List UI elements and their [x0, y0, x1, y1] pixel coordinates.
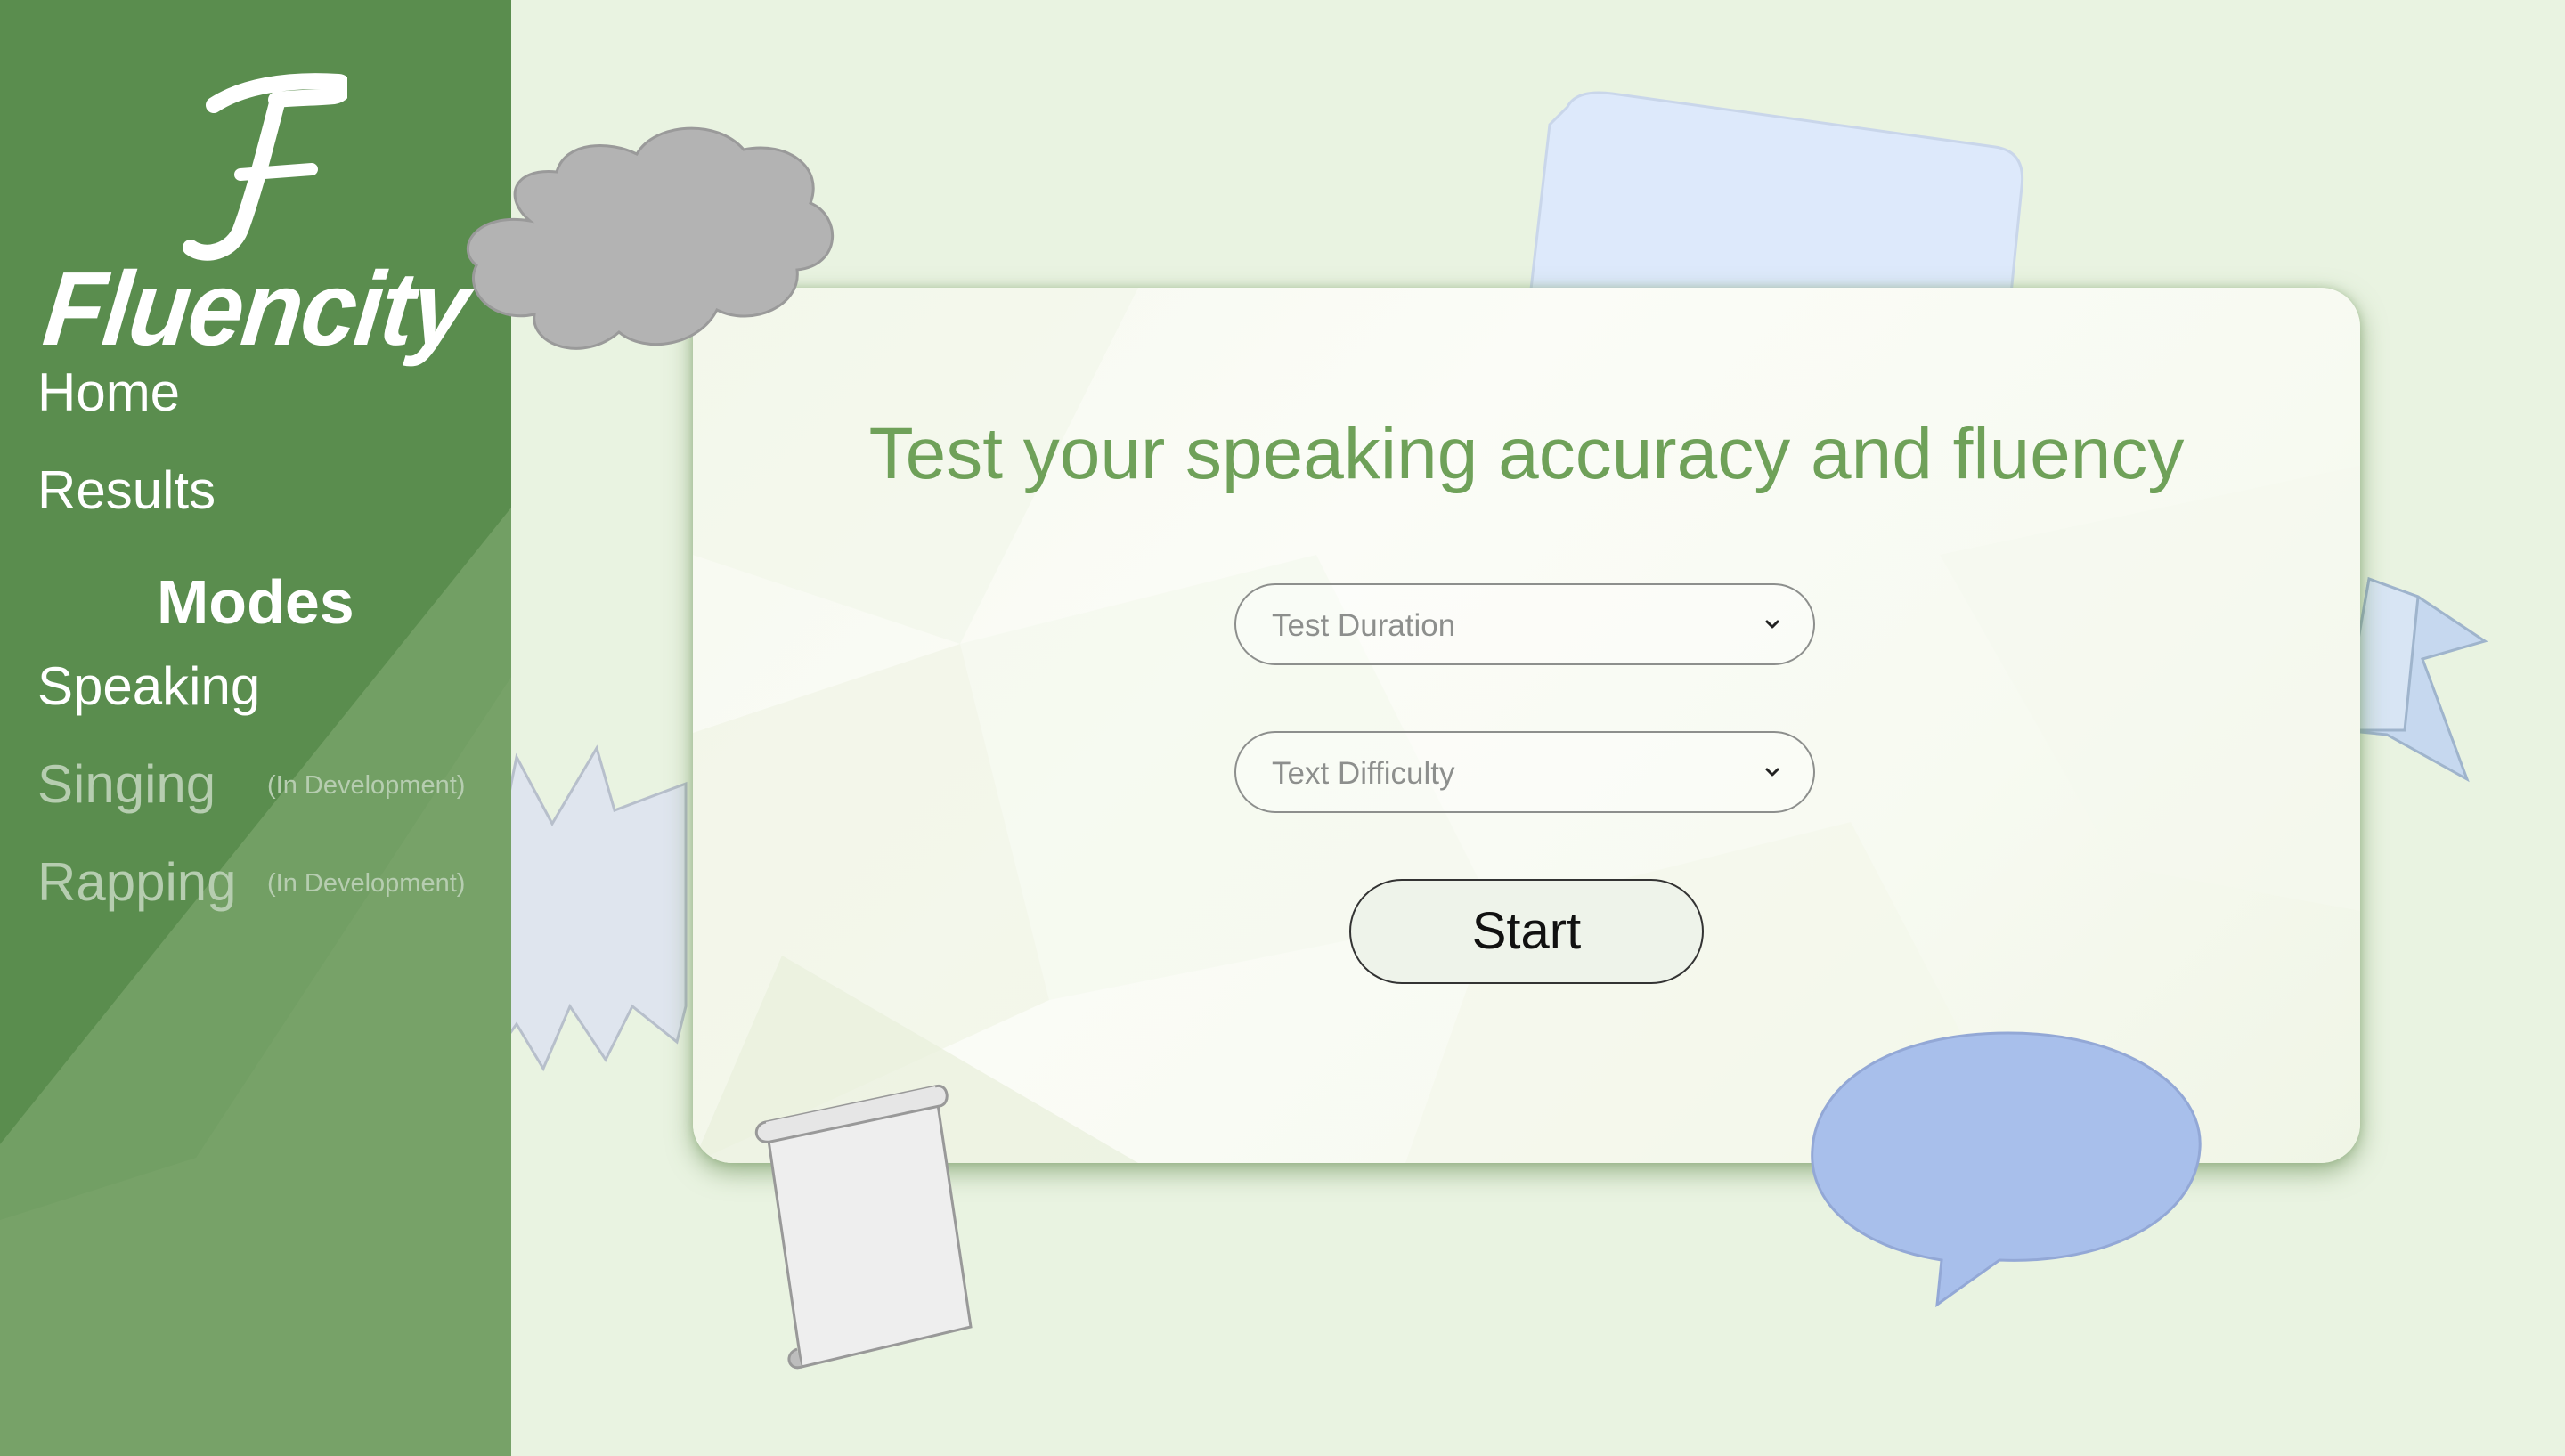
page-title: Test your speaking accuracy and fluency [868, 413, 2185, 494]
mode-rapping-status: (In Development) [267, 869, 466, 898]
mode-rapping[interactable]: Rapping [37, 851, 237, 913]
blue-card-decoration [1526, 91, 2024, 321]
mode-speaking[interactable]: Speaking [37, 655, 260, 717]
chevron-down-icon [1765, 620, 1779, 629]
test-duration-placeholder: Test Duration [1272, 608, 1456, 643]
scroll-decoration [754, 1084, 973, 1370]
cloud-decoration [466, 126, 834, 350]
ribbon-decoration [2341, 576, 2488, 783]
speech-bubble-decoration [1811, 1031, 2202, 1308]
modes-heading: Modes [157, 567, 354, 637]
text-difficulty-placeholder: Text Difficulty [1272, 756, 1455, 791]
sidebar: Fluencity Home Results Modes Speaking Si… [0, 0, 511, 1456]
nav-results[interactable]: Results [37, 460, 216, 521]
chevron-down-icon [1765, 768, 1779, 777]
logo-f-mark [183, 73, 347, 261]
mode-singing-status: (In Development) [267, 771, 466, 800]
nav-home[interactable]: Home [37, 362, 180, 423]
test-duration-select[interactable]: Test Duration [1234, 583, 1815, 665]
text-difficulty-select[interactable]: Text Difficulty [1234, 731, 1815, 813]
brand-logo[interactable]: Fluencity [0, 45, 511, 367]
start-button[interactable]: Start [1349, 879, 1704, 984]
mode-singing[interactable]: Singing [37, 753, 216, 815]
brand-name: Fluencity [38, 249, 473, 368]
